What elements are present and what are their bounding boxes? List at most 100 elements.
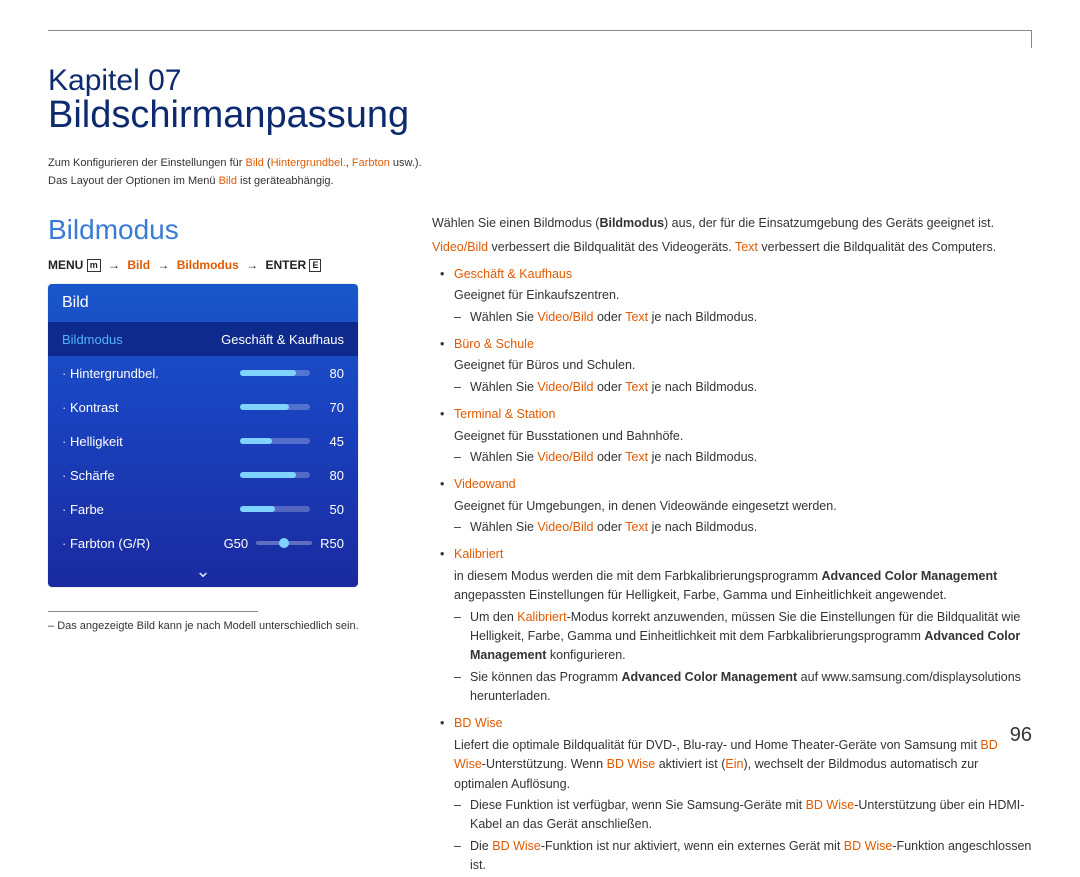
tv-row-selected[interactable]: Bildmodus Geschäft & Kaufhaus	[48, 322, 358, 356]
t: BD Wise	[844, 839, 893, 853]
t: Kontrast	[62, 400, 240, 415]
t: BD Wise	[607, 757, 656, 771]
list-item: Geschäft & Kaufhaus Geeignet für Einkauf…	[432, 265, 1032, 327]
right-column: Wählen Sie einen Bildmodus (Bildmodus) a…	[432, 214, 1032, 877]
tv-row[interactable]: Farbe 50	[48, 492, 358, 526]
t: Video/Bild	[432, 240, 488, 254]
t: oder	[593, 520, 625, 534]
t: Um den	[470, 610, 517, 624]
t: Schärfe	[62, 468, 240, 483]
slider[interactable]	[240, 472, 310, 478]
t: Hintergrundbel.	[62, 366, 240, 381]
t: je nach Bildmodus.	[648, 520, 757, 534]
top-rule	[48, 30, 1032, 31]
t: Video/Bild	[537, 520, 593, 534]
enter-icon: E	[309, 259, 321, 272]
list-item: Videowand Geeignet für Umgebungen, in de…	[432, 475, 1032, 537]
slider[interactable]	[240, 370, 310, 376]
page: Kapitel 07 Bildschirmanpassung Zum Konfi…	[0, 0, 1080, 763]
t: ) aus, der für die Einsatzumgebung des G…	[664, 216, 994, 230]
t: Advanced Color Management	[621, 670, 797, 684]
tv-row[interactable]: Schärfe 80	[48, 458, 358, 492]
t: ist geräteabhängig.	[237, 175, 334, 187]
chapter-label: Kapitel 07	[48, 64, 1032, 98]
t: 50	[318, 502, 344, 517]
t: 45	[318, 434, 344, 449]
t: Liefert die optimale Bildqualität für DV…	[454, 738, 980, 752]
t: Ein	[725, 757, 743, 771]
t: aktiviert ist (	[655, 757, 725, 771]
t: Helligkeit	[62, 434, 240, 449]
item-head: BD Wise	[454, 716, 503, 730]
t: Kalibriert	[517, 610, 566, 624]
t: -Funktion ist nur aktiviert, wenn ein ex…	[541, 839, 844, 853]
t: Bild	[127, 258, 150, 272]
list-item: Kalibriert in diesem Modus werden die mi…	[432, 545, 1032, 706]
tv-row-label: Bildmodus	[62, 332, 221, 347]
item-head: Geschäft & Kaufhaus	[454, 267, 572, 281]
t: Wählen Sie einen Bildmodus (	[432, 216, 599, 230]
slider[interactable]	[240, 404, 310, 410]
t: Video/Bild	[537, 310, 593, 324]
slider[interactable]	[240, 506, 310, 512]
t: verbessert die Bildqualität des Videoger…	[488, 240, 735, 254]
t: Wählen Sie	[470, 520, 537, 534]
chevron-down-icon[interactable]: ⌄	[48, 560, 358, 587]
tv-row[interactable]: Hintergrundbel. 80	[48, 356, 358, 390]
t: oder	[593, 380, 625, 394]
tv-title: Bild	[48, 284, 358, 322]
t: Text	[625, 380, 648, 394]
menu-icon: m	[87, 259, 101, 272]
tone-slider[interactable]	[256, 541, 312, 545]
tv-row[interactable]: Kontrast70	[48, 390, 358, 424]
t: Bild	[246, 157, 264, 169]
t: je nach Bildmodus.	[648, 450, 757, 464]
t: ENTER	[265, 258, 306, 272]
t: BD Wise	[806, 798, 855, 812]
list-item: Terminal & Station Geeignet für Busstati…	[432, 405, 1032, 467]
t: Advanced Color Management	[822, 569, 998, 583]
t: Wählen Sie	[470, 380, 537, 394]
t: Farbton	[352, 157, 390, 169]
tv-menu: Bild Bildmodus Geschäft & Kaufhaus Hinte…	[48, 284, 358, 587]
footnote-rule	[48, 611, 258, 612]
t: oder	[593, 310, 625, 324]
t: usw.).	[390, 157, 422, 169]
list-item: Büro & Schule Geeignet für Büros und Sch…	[432, 335, 1032, 397]
page-title: Bildschirmanpassung	[48, 94, 1032, 137]
t: Farbton (G/R)	[62, 536, 224, 551]
t: angepassten Einstellungen für Helligkeit…	[454, 588, 947, 602]
t: Die	[470, 839, 492, 853]
t: Video/Bild	[537, 380, 593, 394]
t: Geeignet für Büros und Schulen.	[454, 356, 1032, 375]
tv-row-tone[interactable]: Farbton (G/R) G50 R50	[48, 526, 358, 560]
t: Diese Funktion ist verfügbar, wenn Sie S…	[470, 798, 806, 812]
t: in diesem Modus werden die mit dem Farbk…	[454, 569, 822, 583]
t: -Unterstützung. Wenn	[482, 757, 607, 771]
t: Wählen Sie	[470, 450, 537, 464]
t: Hintergrundbel.	[271, 157, 346, 169]
t: je nach Bildmodus.	[648, 310, 757, 324]
t: Geeignet für Umgebungen, in denen Videow…	[454, 497, 1032, 516]
t: Bildmodus	[599, 216, 664, 230]
t: Wählen Sie	[470, 310, 537, 324]
t: 80	[318, 366, 344, 381]
top-rule-vert	[1031, 30, 1032, 48]
t: Sie können das Programm	[470, 670, 621, 684]
left-column: Bildmodus MENU m → Bild → Bildmodus → EN…	[48, 214, 432, 877]
t: oder	[593, 450, 625, 464]
t: Text	[625, 450, 648, 464]
t: Zum Konfigurieren der Einstellungen für	[48, 157, 246, 169]
t: Text	[735, 240, 758, 254]
t: 80	[318, 468, 344, 483]
t: Farbe	[62, 502, 240, 517]
page-number: 96	[1010, 724, 1032, 747]
tv-row[interactable]: Helligkeit 45	[48, 424, 358, 458]
slider[interactable]	[240, 438, 310, 444]
t: Das Layout der Optionen im Menü	[48, 175, 219, 187]
t: konfigurieren.	[546, 648, 625, 662]
tone-control[interactable]: G50 R50	[224, 536, 344, 551]
t: je nach Bildmodus.	[648, 380, 757, 394]
intro-text: Zum Konfigurieren der Einstellungen für …	[48, 155, 1032, 190]
t: BD Wise	[492, 839, 541, 853]
